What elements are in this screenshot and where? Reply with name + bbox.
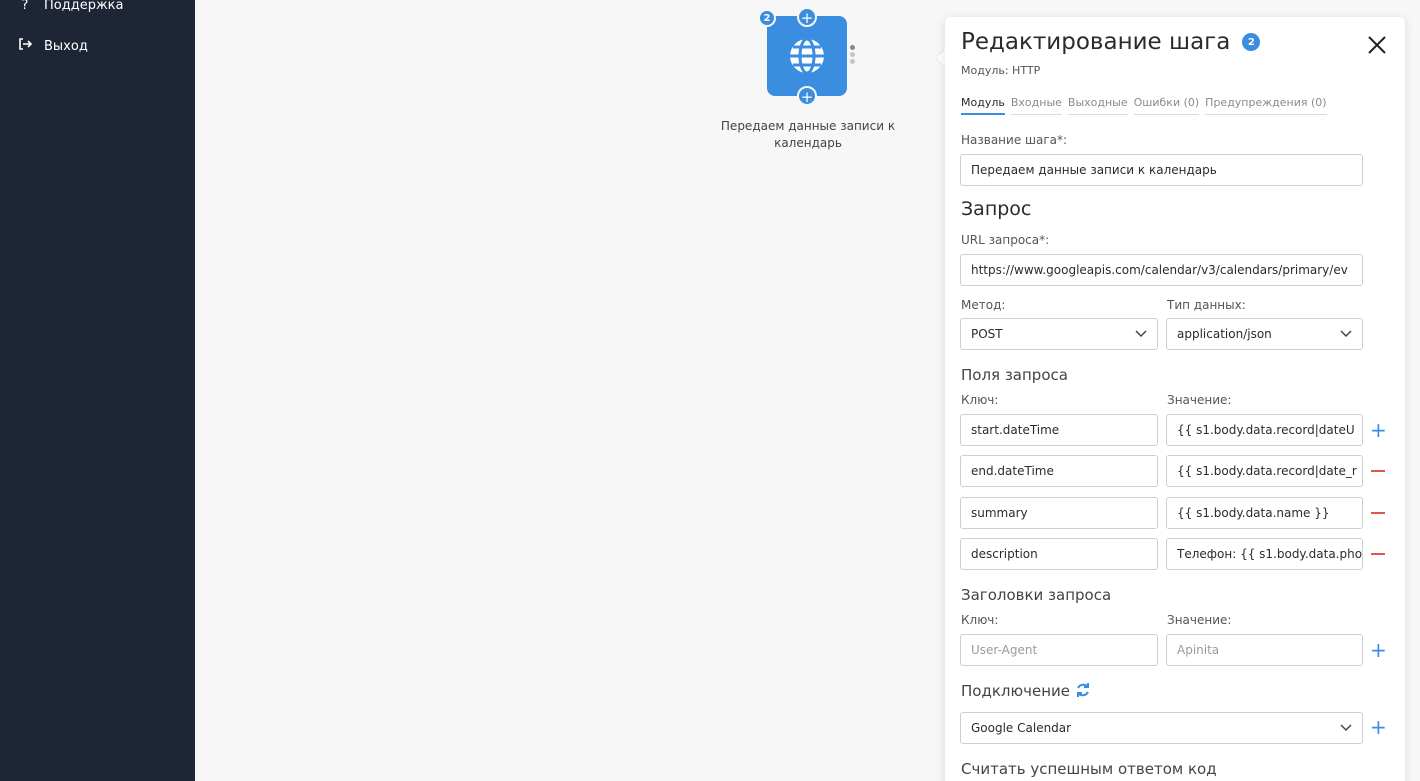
sidebar-item-label: Поддержка [44, 0, 124, 13]
headers-value-label: Значение: [1167, 613, 1232, 627]
panel-title-text: Редактирование шага [961, 29, 1231, 55]
field-key-input[interactable]: description [960, 538, 1158, 570]
tab-input[interactable]: Входные [1010, 96, 1062, 115]
datatype-label: Тип данных: [1167, 298, 1246, 312]
method-select[interactable]: POST [960, 318, 1158, 350]
tab-module[interactable]: Модуль [961, 96, 1005, 115]
logout-icon [18, 38, 33, 54]
tab-bar: Модуль Входные Выходные Ошибки (0) Преду… [961, 96, 1327, 115]
header-value-input[interactable]: Apinita [1166, 634, 1363, 666]
workflow-node[interactable] [767, 16, 847, 96]
remove-field-button[interactable] [1371, 512, 1385, 514]
fields-heading: Поля запроса [961, 366, 1068, 384]
datatype-select-value: application/json [1177, 327, 1272, 341]
tab-errors[interactable]: Ошибки (0) [1133, 96, 1200, 115]
connection-heading: Подключение [961, 682, 1070, 700]
tab-output[interactable]: Выходные [1067, 96, 1128, 115]
node-label: Передаем данные записи к календарь [720, 119, 896, 150]
field-value-input[interactable]: {{ s1.body.data.record|dateU [1166, 414, 1363, 446]
refresh-icon[interactable] [1075, 682, 1091, 702]
step-number-badge: 2 [1242, 33, 1261, 51]
node-menu-icon[interactable] [850, 45, 856, 64]
chevron-down-icon [1340, 722, 1352, 735]
connection-select-value: Google Calendar [971, 721, 1072, 735]
step-name-input[interactable]: Передаем данные записи к календарь [960, 154, 1363, 186]
field-key-input[interactable]: summary [960, 497, 1158, 529]
add-field-button[interactable]: + [1370, 420, 1387, 440]
method-label: Метод: [961, 298, 1006, 312]
add-step-below-button[interactable]: + [797, 86, 817, 106]
request-heading: Запрос [961, 198, 1032, 220]
add-step-above-button[interactable]: + [797, 7, 817, 27]
step-editor-panel: Редактирование шага 2 Модуль: HTTP Модул… [945, 17, 1405, 781]
url-label: URL запроса*: [961, 233, 1050, 247]
field-value-input[interactable]: {{ s1.body.data.record|date_r [1166, 455, 1363, 487]
header-key-input[interactable]: User-Agent [960, 634, 1158, 666]
remove-field-button[interactable] [1371, 470, 1385, 472]
connection-select[interactable]: Google Calendar [960, 712, 1363, 744]
sidebar-item-support[interactable]: ? Поддержка [18, 0, 124, 13]
sidebar: ? Поддержка Выход [0, 0, 195, 781]
headers-key-label: Ключ: [961, 613, 999, 627]
panel-title: Редактирование шага 2 [961, 29, 1261, 55]
chevron-down-icon [1340, 328, 1352, 341]
question-icon: ? [21, 0, 29, 13]
add-connection-button[interactable]: + [1370, 717, 1387, 737]
node-step-badge: 2 [758, 9, 776, 27]
module-subtitle: Модуль: HTTP [961, 64, 1041, 77]
chevron-down-icon [1135, 328, 1147, 341]
url-input[interactable]: https://www.googleapis.com/calendar/v3/c… [960, 254, 1363, 286]
field-key-input[interactable]: start.dateTime [960, 414, 1158, 446]
tab-warnings[interactable]: Предупреждения (0) [1205, 96, 1327, 115]
field-value-input[interactable]: {{ s1.body.data.name }} [1166, 497, 1363, 529]
sidebar-item-label: Выход [44, 38, 88, 54]
remove-field-button[interactable] [1371, 553, 1385, 555]
add-header-button[interactable]: + [1370, 640, 1387, 660]
sidebar-item-logout[interactable]: Выход [18, 38, 88, 54]
method-select-value: POST [971, 327, 1003, 341]
fields-value-label: Значение: [1167, 393, 1232, 407]
field-value-input[interactable]: Телефон: {{ s1.body.data.pho [1166, 538, 1363, 570]
datatype-select[interactable]: application/json [1166, 318, 1363, 350]
field-key-input[interactable]: end.dateTime [960, 455, 1158, 487]
fields-key-label: Ключ: [961, 393, 999, 407]
close-icon[interactable] [1365, 33, 1389, 57]
success-code-heading: Считать успешным ответом код [961, 760, 1217, 778]
globe-icon [790, 37, 824, 75]
headers-heading: Заголовки запроса [961, 586, 1112, 604]
step-name-label: Название шага*: [961, 133, 1068, 147]
